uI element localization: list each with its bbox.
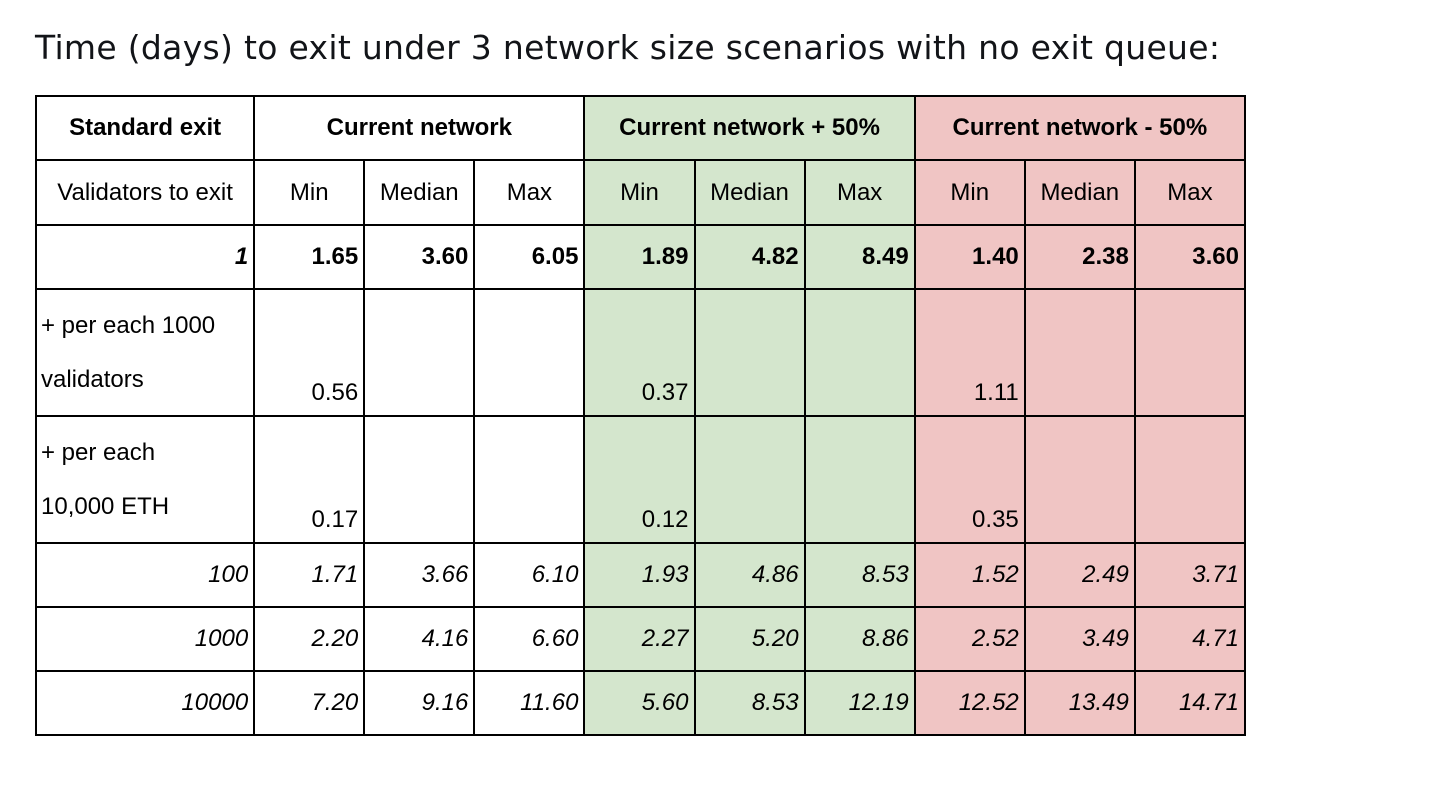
- table-row: 1000 2.20 4.16 6.60 2.27 5.20 8.86 2.52 …: [34, 606, 1247, 672]
- row-label-line-2: validators: [41, 365, 144, 393]
- cell-minus50-max: [1133, 288, 1247, 417]
- cell-plus50-median: [693, 415, 806, 544]
- cell-minus50-min: 12.52: [913, 670, 1026, 736]
- cell-plus50-max: 8.53: [803, 542, 916, 608]
- cell-current-min: 7.20: [253, 670, 366, 736]
- cell-minus50-max: 3.60: [1133, 224, 1247, 290]
- header-minus50-min: Min: [913, 159, 1026, 226]
- cell-minus50-max: 14.71: [1133, 670, 1247, 736]
- cell-current-median: 9.16: [363, 670, 476, 736]
- cell-minus50-median: [1023, 288, 1136, 417]
- page-title: Time (days) to exit under 3 network size…: [35, 28, 1221, 67]
- group-header-row: Standard exit Current network Current ne…: [34, 95, 1247, 161]
- cell-plus50-max: 8.86: [803, 606, 916, 672]
- cell-plus50-min: 1.89: [583, 224, 696, 290]
- row-label-line-2: 10,000 ETH: [41, 492, 170, 520]
- header-standard-exit: Standard exit: [34, 95, 256, 161]
- row-label-line-1: + per each 1000: [41, 311, 216, 339]
- cell-current-max: 11.60: [473, 670, 586, 736]
- cell-minus50-max: 4.71: [1133, 606, 1247, 672]
- cell-current-median: [363, 288, 476, 417]
- cell-minus50-median: [1023, 415, 1136, 544]
- cell-minus50-min: 1.11: [913, 288, 1026, 417]
- cell-minus50-median: 2.49: [1023, 542, 1136, 608]
- row-label: + per each 1000 validators: [34, 288, 256, 417]
- cell-current-max: 6.10: [473, 542, 586, 608]
- cell-current-min: 1.71: [253, 542, 366, 608]
- header-current-min: Min: [253, 159, 366, 226]
- cell-plus50-median: 5.20: [693, 606, 806, 672]
- header-minus50-max: Max: [1133, 159, 1247, 226]
- cell-current-max: 6.05: [473, 224, 586, 290]
- cell-minus50-max: 3.71: [1133, 542, 1247, 608]
- cell-current-min: 0.17: [253, 415, 366, 544]
- header-plus50-median: Median: [693, 159, 806, 226]
- cell-current-max: [473, 415, 586, 544]
- cell-plus50-min: 0.12: [583, 415, 696, 544]
- table-row: 1 1.65 3.60 6.05 1.89 4.82 8.49 1.40 2.3…: [34, 224, 1247, 290]
- cell-minus50-min: 1.52: [913, 542, 1026, 608]
- cell-minus50-median: 2.38: [1023, 224, 1136, 290]
- header-current-network-minus-50: Current network - 50%: [913, 95, 1247, 161]
- row-label: 10000: [34, 670, 256, 736]
- cell-plus50-median: 4.82: [693, 224, 806, 290]
- cell-plus50-min: 1.93: [583, 542, 696, 608]
- row-label: 1000: [34, 606, 256, 672]
- table-row: + per each 10,000 ETH 0.17 0.12 0.35: [34, 415, 1247, 544]
- table-row: + per each 1000 validators 0.56 0.37 1.11: [34, 288, 1247, 417]
- table-row: 100 1.71 3.66 6.10 1.93 4.86 8.53 1.52 2…: [34, 542, 1247, 608]
- cell-plus50-max: 12.19: [803, 670, 916, 736]
- cell-current-median: [363, 415, 476, 544]
- header-minus50-median: Median: [1023, 159, 1136, 226]
- cell-minus50-median: 3.49: [1023, 606, 1136, 672]
- table-row: 10000 7.20 9.16 11.60 5.60 8.53 12.19 12…: [34, 670, 1247, 736]
- cell-plus50-median: [693, 288, 806, 417]
- row-label: 100: [34, 542, 256, 608]
- cell-current-min: 0.56: [253, 288, 366, 417]
- header-plus50-max: Max: [803, 159, 916, 226]
- row-label: + per each 10,000 ETH: [34, 415, 256, 544]
- cell-plus50-median: 8.53: [693, 670, 806, 736]
- sub-header-row: Validators to exit Min Median Max Min Me…: [34, 159, 1247, 226]
- header-current-network-plus-50: Current network + 50%: [583, 95, 916, 161]
- cell-plus50-median: 4.86: [693, 542, 806, 608]
- header-validators-to-exit: Validators to exit: [34, 159, 256, 226]
- cell-minus50-median: 13.49: [1023, 670, 1136, 736]
- cell-current-median: 3.60: [363, 224, 476, 290]
- exit-time-table: Standard exit Current network Current ne…: [34, 95, 1247, 736]
- header-plus50-min: Min: [583, 159, 696, 226]
- cell-plus50-max: 8.49: [803, 224, 916, 290]
- cell-minus50-min: 1.40: [913, 224, 1026, 290]
- cell-plus50-max: [803, 288, 916, 417]
- row-label: 1: [34, 224, 256, 290]
- cell-minus50-max: [1133, 415, 1247, 544]
- header-current-median: Median: [363, 159, 476, 226]
- cell-current-max: 6.60: [473, 606, 586, 672]
- header-current-network: Current network: [253, 95, 586, 161]
- cell-plus50-min: 2.27: [583, 606, 696, 672]
- cell-plus50-min: 0.37: [583, 288, 696, 417]
- cell-current-min: 2.20: [253, 606, 366, 672]
- cell-plus50-min: 5.60: [583, 670, 696, 736]
- row-label-line-1: + per each: [41, 438, 156, 466]
- cell-minus50-min: 2.52: [913, 606, 1026, 672]
- cell-current-min: 1.65: [253, 224, 366, 290]
- cell-current-median: 3.66: [363, 542, 476, 608]
- cell-current-median: 4.16: [363, 606, 476, 672]
- cell-plus50-max: [803, 415, 916, 544]
- cell-current-max: [473, 288, 586, 417]
- header-current-max: Max: [473, 159, 586, 226]
- cell-minus50-min: 0.35: [913, 415, 1026, 544]
